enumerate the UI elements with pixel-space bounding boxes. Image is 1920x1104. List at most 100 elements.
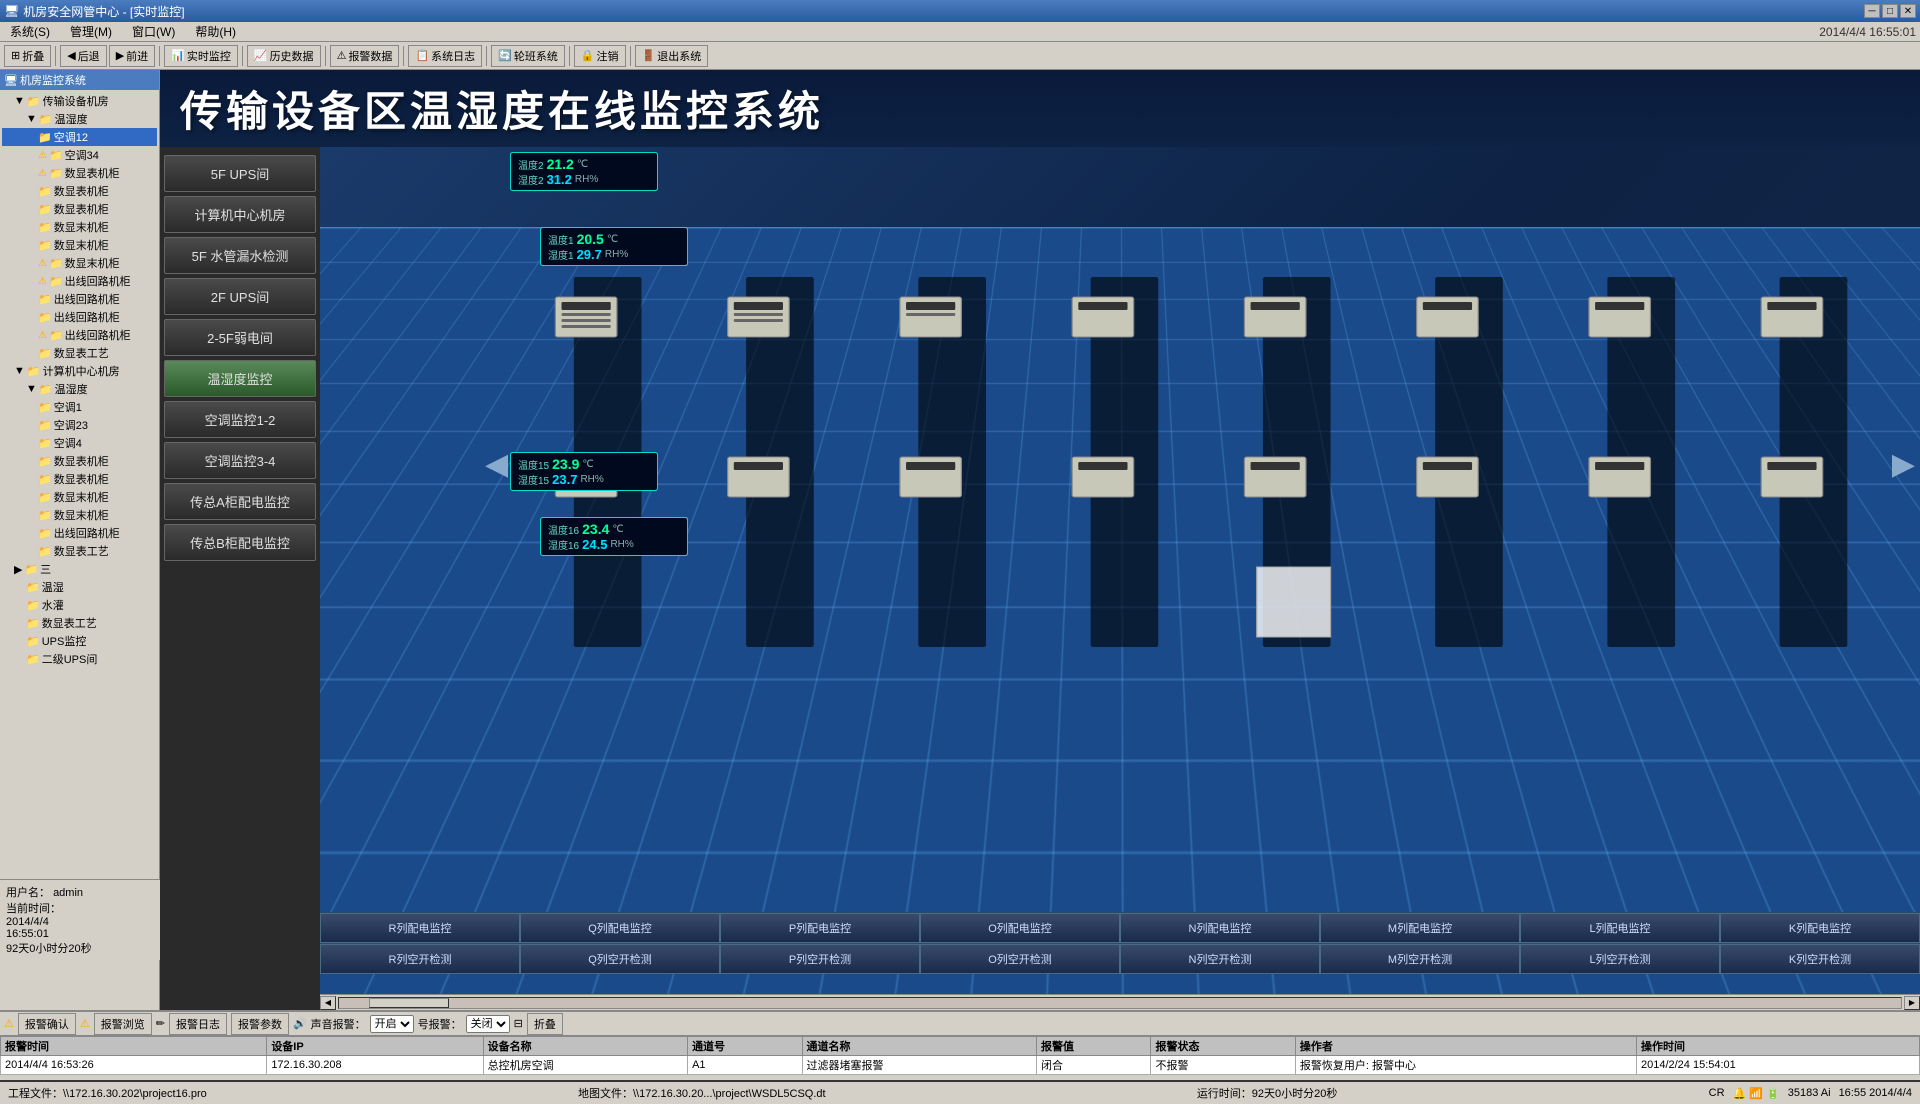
sidebar-item-ac4[interactable]: 📁 空调4 xyxy=(2,434,157,452)
nav-2-5f-weak[interactable]: 2-5F弱电间 xyxy=(164,319,316,356)
nav-ac-3-4[interactable]: 空调监控3-4 xyxy=(164,442,316,479)
sidebar-item-ts[interactable]: 📁 温湿 xyxy=(2,578,157,596)
sidebar-item-water[interactable]: 📁 水灌 xyxy=(2,596,157,614)
history-button[interactable]: 📈 历史数据 xyxy=(247,45,321,67)
r-power-monitor[interactable]: R列配电监控 xyxy=(320,913,520,943)
n-power-monitor[interactable]: N列配电监控 xyxy=(1120,913,1320,943)
minimize-button[interactable]: ─ xyxy=(1864,4,1880,18)
runtime-info: 92天0小时分20秒 xyxy=(6,940,154,956)
syslog-button[interactable]: 📋 系统日志 xyxy=(408,45,482,67)
nav-computer-room[interactable]: 计算机中心机房 xyxy=(164,196,316,233)
k-power-monitor[interactable]: K列配电监控 xyxy=(1720,913,1920,943)
scroll-thumb[interactable] xyxy=(369,998,449,1008)
sidebar-item-out2[interactable]: 📁 出线回路机柜 xyxy=(2,290,157,308)
sensor-box-2: 温度2 21.2 ℃ 湿度2 31.2 RH% xyxy=(510,152,658,191)
sidebar-item-ac23[interactable]: 📁 空调23 xyxy=(2,416,157,434)
sidebar-item-transfer[interactable]: ▼ 📁 传输设备机房 xyxy=(2,92,157,110)
o-breaker-detect[interactable]: O列空开检测 xyxy=(920,944,1120,974)
logout-button[interactable]: 🔒 注销 xyxy=(574,45,626,67)
exit-button[interactable]: 🚪 退出系统 xyxy=(635,45,709,67)
nav-right-arrow[interactable]: ▶ xyxy=(1892,447,1915,482)
sidebar-item-disp3[interactable]: 📁 数显表机柜 xyxy=(2,200,157,218)
cr-label: CR xyxy=(1709,1087,1725,1099)
voice-select[interactable]: 开启 关闭 xyxy=(370,1015,414,1033)
q-breaker-detect[interactable]: Q列空开检测 xyxy=(520,944,720,974)
horizontal-scrollbar[interactable]: ◀ ▶ xyxy=(320,994,1920,1010)
col-alert-status: 报警状态 xyxy=(1151,1037,1295,1056)
sign-select[interactable]: 关闭 开启 xyxy=(466,1015,510,1033)
k-breaker-detect[interactable]: K列空开检测 xyxy=(1720,944,1920,974)
sidebar-item-ups2[interactable]: 📁 二级UPS间 xyxy=(2,650,157,668)
bottom-datetime: 16:55 2014/4/4 xyxy=(1839,1087,1912,1099)
sidebar-item-tech2[interactable]: 📁 数显表工艺 xyxy=(2,542,157,560)
sidebar-item-computer[interactable]: ▼ 📁 计算机中心机房 xyxy=(2,362,157,380)
scroll-right-btn[interactable]: ▶ xyxy=(1904,996,1920,1010)
nav-5f-water[interactable]: 5F 水管漏水检测 xyxy=(164,237,316,274)
m-breaker-detect[interactable]: M列空开检测 xyxy=(1320,944,1520,974)
nav-power-b[interactable]: 传总B柜配电监控 xyxy=(164,524,316,561)
alert-browse-btn[interactable]: 报警浏览 xyxy=(94,1013,152,1035)
menu-help[interactable]: 帮助(H) xyxy=(189,23,242,40)
sidebar-item-dm3[interactable]: 📁 数显末机柜 xyxy=(2,488,157,506)
nav-temp-humidity[interactable]: 温湿度监控 xyxy=(164,360,316,397)
nav-power-a[interactable]: 传总A柜配电监控 xyxy=(164,483,316,520)
datetime-display: 2014/4/4 16:55:01 xyxy=(1819,25,1916,39)
sidebar-item-ac1[interactable]: 📁 空调1 xyxy=(2,398,157,416)
sidebar-item-out4[interactable]: ⚠ 📁 出线回路机柜 xyxy=(2,326,157,344)
back-button[interactable]: ◀ 后退 xyxy=(60,45,106,67)
sidebar-item-dm2[interactable]: 📁 数显表机柜 xyxy=(2,470,157,488)
sidebar-item-ups[interactable]: 📁 UPS监控 xyxy=(2,632,157,650)
sidebar-item-ac34[interactable]: ⚠ 📁 空调34 xyxy=(2,146,157,164)
l-breaker-detect[interactable]: L列空开检测 xyxy=(1520,944,1720,974)
o-power-monitor[interactable]: O列配电监控 xyxy=(920,913,1120,943)
fold-button[interactable]: ⊞ 折叠 xyxy=(4,45,51,67)
alert-params-btn[interactable]: 报警参数 xyxy=(231,1013,289,1035)
m-power-monitor[interactable]: M列配电监控 xyxy=(1320,913,1520,943)
sidebar-item-end3[interactable]: ⚠ 📁 数显末机柜 xyxy=(2,254,157,272)
alert-confirm-btn[interactable]: 报警确认 xyxy=(18,1013,76,1035)
sidebar-item-out1[interactable]: ⚠ 📁 出线回路机柜 xyxy=(2,272,157,290)
folder-icon: 📁 xyxy=(26,599,40,612)
q-power-monitor[interactable]: Q列配电监控 xyxy=(520,913,720,943)
shift-button[interactable]: 🔄 轮班系统 xyxy=(491,45,565,67)
menu-window[interactable]: 窗口(W) xyxy=(126,23,181,40)
nav-ac-1-2[interactable]: 空调监控1-2 xyxy=(164,401,316,438)
nav-5f-ups[interactable]: 5F UPS间 xyxy=(164,155,316,192)
table-row[interactable]: 2014/4/4 16:53:26 172.16.30.208 总控机房空调 A… xyxy=(1,1056,1920,1075)
sidebar-item-ac12[interactable]: 📁 空调12 xyxy=(2,128,157,146)
sidebar-item-dm4[interactable]: 📁 数显末机柜 xyxy=(2,506,157,524)
n-breaker-detect[interactable]: N列空开检测 xyxy=(1120,944,1320,974)
page-title-bar: 传输设备区温湿度在线监控系统 xyxy=(160,70,1920,147)
p-power-monitor[interactable]: P列配电监控 xyxy=(720,913,920,943)
forward-button[interactable]: ▶ 前进 xyxy=(109,45,155,67)
p-breaker-detect[interactable]: P列空开检测 xyxy=(720,944,920,974)
sidebar-item-end1[interactable]: 📁 数显末机柜 xyxy=(2,218,157,236)
nav-left-arrow[interactable]: ◀ xyxy=(485,447,508,482)
menu-system[interactable]: 系统(S) xyxy=(4,23,56,40)
r-breaker-detect[interactable]: R列空开检测 xyxy=(320,944,520,974)
realtime-button[interactable]: 📊 实时监控 xyxy=(164,45,238,67)
folder-icon: 📁 xyxy=(27,95,41,108)
sidebar-item-temp[interactable]: ▼ 📁 温湿度 xyxy=(2,110,157,128)
sidebar-item-tech1[interactable]: 📁 数显表工艺 xyxy=(2,344,157,362)
l-power-monitor[interactable]: L列配电监控 xyxy=(1520,913,1720,943)
maximize-button[interactable]: □ xyxy=(1882,4,1898,18)
sidebar-item-third[interactable]: ▶ 📁 三 xyxy=(2,560,157,578)
sidebar-item-dm1[interactable]: 📁 数显表机柜 xyxy=(2,452,157,470)
sidebar-item-end2[interactable]: 📁 数显末机柜 xyxy=(2,236,157,254)
alert-data-button[interactable]: ⚠ 报警数据 xyxy=(330,45,400,67)
user-label-row: 用户名： admin xyxy=(6,884,154,900)
fold-alert-btn[interactable]: 折叠 xyxy=(527,1013,563,1035)
sidebar-item-disp1[interactable]: ⚠ 📁 数显表机柜 xyxy=(2,164,157,182)
close-button[interactable]: ✕ xyxy=(1900,4,1916,18)
sidebar-item-tech3[interactable]: 📁 数显表工艺 xyxy=(2,614,157,632)
sidebar-item-out3[interactable]: 📁 出线回路机柜 xyxy=(2,308,157,326)
nav-2f-ups[interactable]: 2F UPS间 xyxy=(164,278,316,315)
sidebar-item-olr[interactable]: 📁 出线回路机柜 xyxy=(2,524,157,542)
sidebar-item-temp2[interactable]: ▼ 📁 温湿度 xyxy=(2,380,157,398)
menu-manage[interactable]: 管理(M) xyxy=(64,23,118,40)
expand-icon: ▶ xyxy=(14,563,22,576)
sidebar-item-disp2[interactable]: 📁 数显表机柜 xyxy=(2,182,157,200)
alert-log-btn[interactable]: 报警日志 xyxy=(169,1013,227,1035)
scroll-left-btn[interactable]: ◀ xyxy=(320,996,336,1010)
